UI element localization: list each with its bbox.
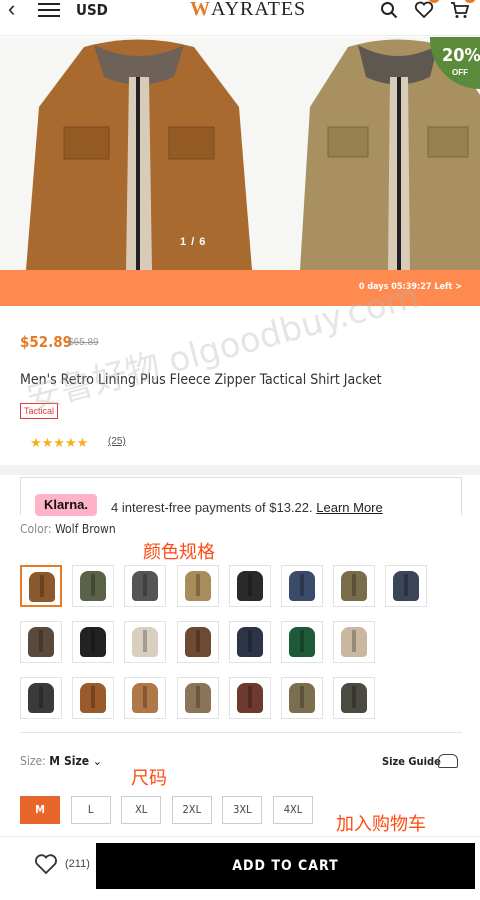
color-swatch[interactable] bbox=[228, 677, 271, 719]
size-option[interactable]: XL bbox=[121, 796, 162, 824]
divider bbox=[20, 732, 462, 733]
wishlist-header-button[interactable] bbox=[414, 0, 440, 19]
color-swatch[interactable] bbox=[333, 565, 376, 607]
color-swatch[interactable] bbox=[20, 621, 62, 663]
heart-icon[interactable] bbox=[34, 853, 58, 875]
cart-icon bbox=[451, 2, 470, 18]
color-swatch[interactable] bbox=[333, 677, 376, 719]
color-swatch-thumbnail bbox=[236, 627, 263, 657]
selected-size: M bbox=[49, 754, 60, 768]
sale-price: $52.89 bbox=[20, 333, 73, 351]
logo-initial: W bbox=[190, 0, 211, 20]
klarna-learn-more-link[interactable]: Learn More bbox=[316, 500, 382, 515]
size-option[interactable]: 3XL bbox=[222, 796, 263, 824]
klarna-message: 4 interest-free payments of $13.22. Lear… bbox=[111, 500, 383, 515]
color-swatch-thumbnail bbox=[341, 627, 368, 657]
color-swatch-thumbnail bbox=[289, 627, 315, 657]
color-swatch-thumbnail bbox=[132, 627, 159, 657]
color-swatch-thumbnail bbox=[341, 571, 368, 601]
color-annotation: 颜色规格 bbox=[143, 542, 215, 563]
klarna-installments: 4 interest-free payments of $13.22. bbox=[111, 500, 313, 515]
chevron-left-icon[interactable]: ‹ bbox=[8, 0, 26, 22]
currency-selector[interactable]: USD bbox=[76, 1, 108, 19]
color-swatch-thumbnail bbox=[28, 627, 54, 657]
color-swatch[interactable] bbox=[176, 565, 219, 607]
size-label: Size: M bbox=[20, 754, 60, 768]
heart-icon bbox=[414, 1, 434, 19]
size-dropdown-label: Size bbox=[64, 754, 90, 768]
color-label: Color: Wolf Brown bbox=[20, 522, 116, 536]
color-swatch-thumbnail bbox=[236, 683, 263, 713]
color-swatch[interactable] bbox=[281, 677, 323, 719]
color-swatch[interactable] bbox=[124, 677, 167, 719]
color-swatch-thumbnail bbox=[236, 571, 263, 601]
color-swatch[interactable] bbox=[176, 677, 219, 719]
color-swatch-thumbnail bbox=[184, 627, 211, 657]
size-option[interactable]: L bbox=[70, 796, 111, 824]
color-swatch[interactable] bbox=[385, 565, 428, 607]
top-header: ‹ USD WAYRATES bbox=[0, 0, 480, 36]
color-swatch-thumbnail bbox=[28, 683, 54, 713]
color-swatch-thumbnail bbox=[184, 683, 211, 713]
color-swatch-thumbnail bbox=[393, 571, 420, 601]
product-image-carousel[interactable]: 1 / 6 bbox=[0, 37, 480, 270]
hamburger-icon[interactable] bbox=[38, 3, 60, 19]
wishlist-count: (211) bbox=[65, 858, 90, 870]
color-swatch[interactable] bbox=[72, 677, 115, 719]
color-swatch[interactable] bbox=[281, 621, 323, 663]
color-label-prefix: Color: bbox=[20, 522, 52, 536]
color-swatch[interactable] bbox=[72, 565, 115, 607]
color-swatch[interactable] bbox=[176, 621, 219, 663]
chevron-down-icon: ⌄ bbox=[92, 754, 102, 768]
section-divider bbox=[0, 465, 480, 475]
discount-off-label: OFF bbox=[452, 68, 468, 77]
site-logo[interactable]: WAYRATES bbox=[190, 0, 306, 21]
color-swatch[interactable] bbox=[228, 565, 271, 607]
color-swatch-thumbnail bbox=[289, 683, 315, 713]
color-swatch-thumbnail bbox=[80, 571, 107, 601]
ruler-icon[interactable] bbox=[438, 754, 458, 768]
selected-color-name: Wolf Brown bbox=[55, 522, 116, 536]
cart-header-button[interactable] bbox=[450, 0, 476, 19]
color-swatch[interactable] bbox=[281, 565, 323, 607]
cart-annotation: 加入购物车 bbox=[336, 814, 426, 835]
color-swatch[interactable] bbox=[72, 621, 115, 663]
discount-percent: 20% bbox=[442, 45, 480, 66]
color-swatch[interactable] bbox=[333, 621, 376, 663]
review-count-link[interactable]: (25) bbox=[108, 436, 126, 447]
color-swatch[interactable] bbox=[124, 621, 167, 663]
product-title: Men's Retro Lining Plus Fleece Zipper Ta… bbox=[20, 372, 382, 388]
rating-stars: ★★★★★ bbox=[30, 435, 89, 450]
original-price: $65.89 bbox=[68, 337, 99, 348]
color-swatch-thumbnail bbox=[184, 571, 211, 601]
color-swatch-thumbnail bbox=[289, 571, 315, 601]
klarna-banner: Klarna. 4 interest-free payments of $13.… bbox=[20, 477, 462, 516]
color-swatch-thumbnail bbox=[29, 572, 55, 602]
product-image-jacket-brown bbox=[26, 39, 252, 270]
color-swatch-thumbnail bbox=[132, 571, 159, 601]
search-icon[interactable] bbox=[380, 1, 398, 19]
size-option[interactable]: 2XL bbox=[171, 796, 212, 824]
size-guide-link[interactable]: Size Guide bbox=[382, 755, 441, 768]
add-to-cart-button[interactable]: ADD TO CART bbox=[96, 843, 475, 889]
image-counter: 1 / 6 bbox=[180, 236, 207, 248]
klarna-logo: Klarna. bbox=[35, 494, 97, 516]
color-swatch-thumbnail bbox=[341, 683, 368, 713]
size-option[interactable]: 4XL bbox=[273, 796, 313, 824]
flash-sale-timer-bar[interactable]: 0 days 05:39:27 Left > bbox=[0, 270, 480, 306]
size-annotation: 尺码 bbox=[131, 768, 167, 789]
color-swatch[interactable] bbox=[124, 565, 167, 607]
color-swatch-thumbnail bbox=[80, 683, 107, 713]
size-option[interactable]: M bbox=[20, 796, 60, 824]
color-swatch-thumbnail bbox=[132, 683, 159, 713]
color-swatch-thumbnail bbox=[80, 627, 107, 657]
countdown-timer: 0 days 05:39:27 Left > bbox=[358, 282, 462, 292]
size-label-prefix: Size: bbox=[20, 754, 46, 768]
logo-text: AYRATES bbox=[211, 0, 307, 20]
color-swatch[interactable] bbox=[20, 677, 62, 719]
size-dropdown[interactable]: Size ⌄ bbox=[64, 754, 102, 768]
category-tag[interactable]: Tactical bbox=[20, 403, 59, 419]
color-swatch[interactable] bbox=[20, 565, 62, 607]
color-swatch[interactable] bbox=[228, 621, 271, 663]
